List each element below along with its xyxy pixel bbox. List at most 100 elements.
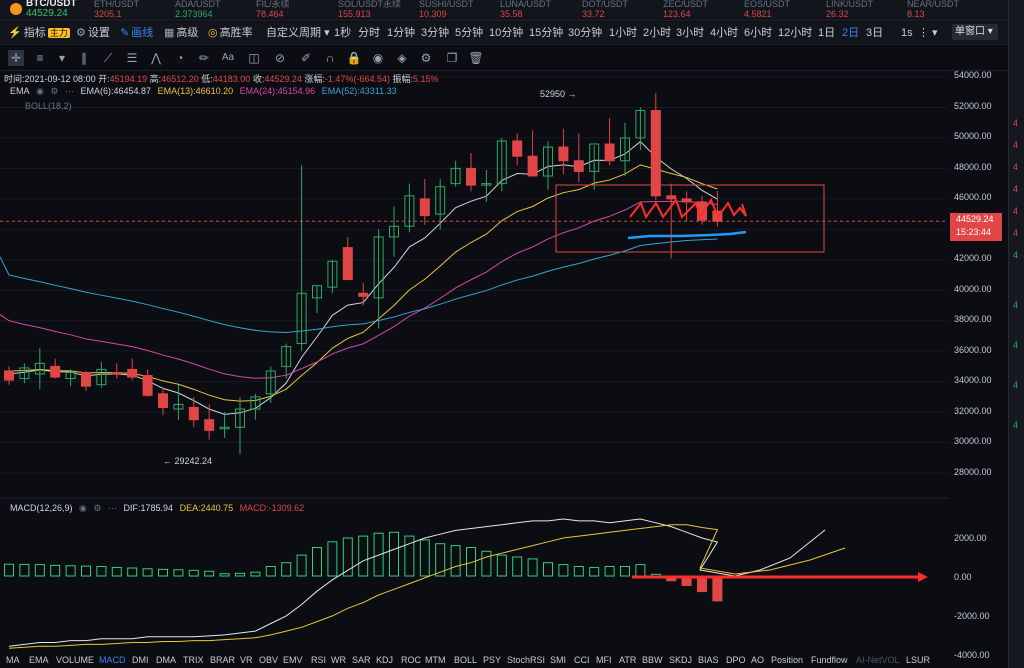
ticker-item[interactable]: ZEC/USDT 123.64 — [663, 0, 708, 20]
layers-icon[interactable]: ◈ — [394, 50, 410, 66]
ticker-item[interactable]: NEAR/USDT 8.13 — [907, 0, 959, 20]
indicator-tab[interactable]: BIAS — [698, 655, 719, 665]
period-button[interactable]: 1秒 — [334, 26, 351, 40]
period-button[interactable]: 6小时 — [744, 26, 772, 40]
indicator-tab[interactable]: DMA — [156, 655, 176, 665]
indicator-tab[interactable]: StochRSI — [507, 655, 545, 665]
indicator-tab[interactable]: TRIX — [183, 655, 204, 665]
ticker-item[interactable]: ADA/USDT 2.373964 — [175, 0, 221, 20]
crosshair-icon[interactable]: ✛ — [8, 50, 24, 66]
period-button[interactable]: 5分钟 — [455, 26, 483, 40]
indicator-tab[interactable]: SAR — [352, 655, 371, 665]
parallel-lines-icon[interactable]: ∥ — [76, 50, 92, 66]
indicator-tab[interactable]: RSI — [311, 655, 326, 665]
eye-icon[interactable]: ◉ — [36, 86, 44, 96]
period-button[interactable]: 1日 — [818, 26, 835, 40]
period-button[interactable]: 4小时 — [710, 26, 738, 40]
settings-icon[interactable]: ⚙ — [50, 86, 58, 96]
period-button[interactable]: 15分钟 — [529, 26, 563, 40]
period-button[interactable]: 10分钟 — [489, 26, 523, 40]
indicator-tab[interactable]: WR — [331, 655, 346, 665]
indicator-tab[interactable]: CCI — [574, 655, 590, 665]
indicator-tab[interactable]: BBW — [642, 655, 663, 665]
trend-line-icon[interactable]: ⟋ — [100, 50, 116, 66]
price-axis[interactable]: 54000.00 52000.00 50000.00 48000.00 46000.00… — [948, 70, 1006, 660]
lock-icon[interactable]: 🔒 — [346, 50, 362, 66]
indicator-tab[interactable]: MA — [6, 655, 20, 665]
pattern-icon[interactable]: ⋀ — [148, 50, 164, 66]
eye-icon[interactable]: ◉ — [370, 50, 386, 66]
period-button[interactable]: 1分钟 — [387, 26, 415, 40]
period-1s-right[interactable]: 1s — [901, 26, 913, 40]
ticker-item[interactable]: EOS/USDT 4.5821 — [744, 0, 790, 20]
hide-drawings-icon[interactable]: ⊘ — [272, 50, 288, 66]
ticker-item[interactable]: DOT/USDT 33.72 — [582, 0, 628, 20]
period-button[interactable]: 2日 — [842, 26, 859, 40]
indicator-button[interactable]: ⚡ 指标 主力 — [8, 26, 70, 40]
period-button[interactable]: 1小时 — [609, 26, 637, 40]
indicator-tab[interactable]: KDJ — [376, 655, 393, 665]
indicator-tab[interactable]: EMV — [283, 655, 303, 665]
eye-icon[interactable]: ◉ — [79, 503, 87, 513]
indicator-tab[interactable]: EMA — [29, 655, 49, 665]
settings-icon[interactable]: ⚙ — [93, 503, 101, 513]
indicator-tab[interactable]: DMI — [132, 655, 149, 665]
lines-icon[interactable]: ≡ — [32, 50, 48, 66]
indicator-tab[interactable]: PSY — [483, 655, 501, 665]
copy-icon[interactable]: ❐ — [444, 50, 460, 66]
ticker-item-btc[interactable]: BTC/USDT 44529.24 — [26, 0, 77, 20]
indicator-tab[interactable]: Fundflow — [811, 655, 848, 665]
measure-icon[interactable]: ◫ — [246, 50, 262, 66]
more-menu-icon[interactable]: ⋮ — [918, 26, 929, 40]
chevron-down-icon[interactable]: ▾ — [54, 50, 70, 66]
indicator-tab[interactable]: MTM — [425, 655, 446, 665]
ticker-item[interactable]: SOL/USDT永续 155.913 — [338, 0, 401, 20]
ticker-item[interactable]: ETH/USDT 3205.1 — [94, 0, 139, 20]
indicator-tab[interactable]: SMI — [550, 655, 566, 665]
indicator-tab[interactable]: SKDJ — [669, 655, 692, 665]
indicator-tab[interactable]: BOLL — [454, 655, 477, 665]
indicator-tab[interactable]: AI-NetVOL — [856, 655, 900, 665]
period-button[interactable]: 12小时 — [778, 26, 812, 40]
text-icon[interactable]: Aa — [220, 50, 236, 66]
indicator-tab[interactable]: Position — [771, 655, 803, 665]
indicator-tab[interactable]: ROC — [401, 655, 421, 665]
period-button[interactable]: 3小时 — [676, 26, 704, 40]
indicator-tab[interactable]: ATR — [619, 655, 636, 665]
settings-icon[interactable]: ⚙ — [418, 50, 434, 66]
magnet-icon[interactable]: ∩ — [322, 50, 338, 66]
indicator-tab[interactable]: MFI — [596, 655, 612, 665]
chart-area[interactable]: 52950 → ← 29242.24 — [0, 70, 948, 654]
win-rate-button[interactable]: ◎ 高胜率 — [208, 26, 253, 40]
custom-period-button[interactable]: 自定义周期 ▾ — [266, 26, 330, 40]
advanced-button[interactable]: ▦ 高级 — [164, 26, 198, 40]
period-button[interactable]: 2小时 — [643, 26, 671, 40]
indicator-tab[interactable]: BRAR — [210, 655, 235, 665]
indicator-tab[interactable]: MACD — [99, 655, 126, 665]
indicator-tab[interactable]: VOLUME — [56, 655, 94, 665]
period-button[interactable]: 分时 — [358, 26, 380, 40]
indicator-tab[interactable]: AO — [751, 655, 764, 665]
brush-icon[interactable]: ✏ — [196, 50, 212, 66]
period-button[interactable]: 30分钟 — [568, 26, 602, 40]
trash-icon[interactable]: 🗑 — [468, 50, 484, 66]
period-button[interactable]: 3日 — [866, 26, 883, 40]
window-mode-select[interactable]: 单窗口 ▾ — [952, 24, 998, 40]
more-icon[interactable]: ⋯ — [108, 503, 117, 513]
ticker-item[interactable]: LINK/USDT 26.32 — [826, 0, 873, 20]
drawing-button[interactable]: ✎ 画线 — [120, 26, 153, 40]
pencil-icon[interactable]: ✐ — [298, 50, 314, 66]
fib-icon[interactable]: ☰ — [124, 50, 140, 66]
period-button[interactable]: 3分钟 — [421, 26, 449, 40]
shapes-icon[interactable]: ◔ — [172, 50, 188, 66]
dropdown-chevron-icon[interactable]: ▾ — [932, 26, 938, 40]
more-icon[interactable]: ⋯ — [65, 86, 74, 96]
ticker-item[interactable]: LUNA/USDT 35.58 — [500, 0, 551, 20]
ticker-item[interactable]: FIL/永续 78.464 — [256, 0, 290, 20]
indicator-tab[interactable]: LSUR — [906, 655, 930, 665]
settings-button[interactable]: ⚙ 设置 — [76, 26, 110, 40]
indicator-tab[interactable]: OBV — [259, 655, 278, 665]
indicator-tab[interactable]: VR — [240, 655, 253, 665]
indicator-tab[interactable]: DPO — [726, 655, 746, 665]
ticker-item[interactable]: SUSHI/USDT 10.309 — [419, 0, 474, 20]
